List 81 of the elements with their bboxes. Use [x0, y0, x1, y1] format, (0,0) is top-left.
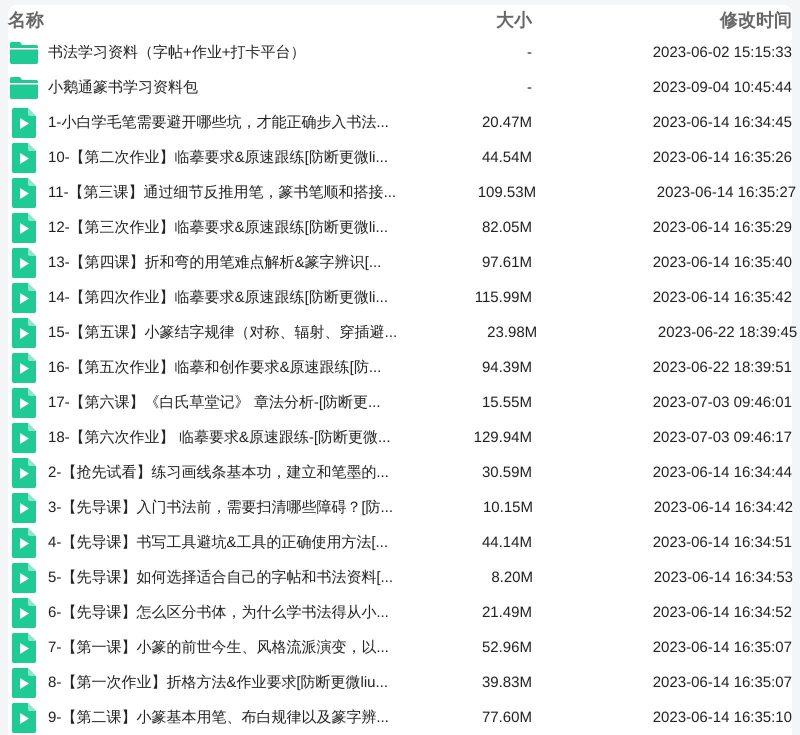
video-file-icon [12, 282, 36, 312]
file-size: 39.83M [482, 674, 532, 691]
file-name[interactable]: 17-【第六课】《白氏草堂记》 章法分析-[防断更... [48, 393, 392, 412]
video-file-icon [12, 388, 36, 418]
video-file-icon [12, 458, 36, 488]
column-header[interactable]: 修改时间 [720, 8, 792, 32]
file-size: 82.05M [482, 219, 532, 236]
video-file-icon [12, 248, 36, 278]
modified-time: 2023-06-14 16:34:44 [652, 464, 792, 481]
file-name[interactable]: 8-【第一次作业】折格方法&作业要求[防断更微liu... [48, 673, 392, 692]
modified-time: 2023-06-14 16:35:10 [652, 709, 792, 726]
video-file-icon [12, 142, 36, 172]
modified-time: 2023-06-22 18:39:45 [658, 324, 798, 341]
video-file-icon [12, 562, 36, 592]
file-name[interactable]: 13-【第四课】折和弯的用笔难点解析&篆字辨识[... [48, 253, 392, 272]
modified-time: 2023-09-04 10:45:44 [652, 79, 792, 96]
file-name[interactable]: 9-【第二课】小篆基本用笔、布白规律以及篆字辨... [48, 708, 392, 727]
file-name[interactable]: 3-【先导课】入门书法前，需要扫清哪些障碍？[防... [48, 498, 394, 517]
modified-time: 2023-06-14 16:34:45 [652, 114, 792, 131]
file-name[interactable]: 16-【第五次作业】临摹和创作要求&原速跟练[防... [48, 358, 392, 377]
file-size: 20.47M [482, 114, 532, 131]
file-name[interactable]: 12-【第三次作业】临摹要求&原速跟练[防断更微li... [48, 218, 392, 237]
video-file-icon [12, 108, 36, 138]
video-file-icon [12, 632, 36, 662]
modified-time: 2023-06-14 16:34:53 [654, 569, 794, 586]
file-name[interactable]: 18-【第六次作业】 临摹要求&原速跟练-[防断更微... [48, 428, 392, 447]
file-size: 8.20M [491, 569, 534, 586]
file-size: - [527, 44, 532, 61]
file-size: 44.14M [482, 534, 532, 551]
column-header[interactable]: 大小 [496, 8, 532, 32]
modified-time: 2023-07-03 09:46:01 [652, 394, 792, 411]
file-size: 129.94M [474, 429, 532, 446]
modified-time: 2023-06-14 16:35:07 [652, 674, 792, 691]
file-size: 10.15M [482, 499, 534, 516]
modified-time: 2023-06-14 16:34:51 [652, 534, 792, 551]
video-file-icon [12, 668, 36, 698]
file-name[interactable]: 6-【先导课】怎么区分书体，为什么学书法得从小... [48, 603, 392, 622]
video-file-icon [12, 702, 36, 732]
video-file-icon [12, 492, 36, 522]
file-size: 52.96M [482, 639, 532, 656]
file-size: 15.55M [482, 394, 532, 411]
video-file-icon [12, 212, 36, 242]
file-name[interactable]: 书法学习资料（字帖+作业+打卡平台） [48, 43, 392, 62]
video-file-icon [12, 352, 36, 382]
file-size: 109.53M [478, 184, 536, 201]
video-file-icon [12, 598, 36, 628]
file-name[interactable]: 11-【第三课】通过细节反推用笔，篆书笔顺和搭接... [48, 183, 396, 202]
file-size: - [527, 79, 532, 96]
file-size: 21.49M [482, 604, 532, 621]
file-size: 77.60M [482, 709, 532, 726]
modified-time: 2023-06-14 16:34:52 [652, 604, 792, 621]
modified-time: 2023-06-22 18:39:51 [652, 359, 792, 376]
file-name[interactable]: 14-【第四次作业】临摹要求&原速跟练[防断更微li... [48, 288, 392, 307]
modified-time: 2023-06-02 15:15:33 [652, 44, 792, 61]
file-name[interactable]: 2-【抢先试看】练习画线条基本功，建立和笔墨的... [48, 463, 392, 482]
modified-time: 2023-06-14 16:35:26 [652, 149, 792, 166]
video-file-icon [12, 318, 36, 348]
modified-time: 2023-06-14 16:35:27 [656, 184, 796, 201]
file-size: 94.39M [482, 359, 532, 376]
file-name[interactable]: 5-【先导课】如何选择适合自己的字帖和书法资料[... [48, 568, 394, 587]
video-file-icon [12, 528, 36, 558]
file-size: 115.99M [474, 289, 532, 306]
modified-time: 2023-06-14 16:35:29 [652, 219, 792, 236]
file-name[interactable]: 10-【第二次作业】临摹要求&原速跟练[防断更微li... [48, 148, 392, 167]
modified-time: 2023-06-14 16:34:42 [654, 499, 794, 516]
file-name[interactable]: 15-【第五课】小篆结字规律（对称、辐射、穿插避... [48, 323, 398, 342]
video-file-icon [12, 422, 36, 452]
file-name[interactable]: 7-【第一课】小篆的前世今生、风格流派演变，以... [48, 638, 392, 657]
file-size: 23.98M [487, 324, 538, 341]
file-size: 30.59M [482, 464, 532, 481]
column-header[interactable]: 名称 [8, 8, 392, 32]
modified-time: 2023-06-14 16:35:07 [652, 639, 792, 656]
file-name[interactable]: 1-小白学毛笔需要避开哪些坑，才能正确步入书法... [48, 113, 392, 132]
file-size: 97.61M [482, 254, 532, 271]
file-name[interactable]: 小鹅通篆书学习资料包 [48, 78, 392, 97]
video-file-icon [12, 178, 36, 208]
modified-time: 2023-06-14 16:35:42 [652, 289, 792, 306]
file-size: 44.54M [482, 149, 532, 166]
modified-time: 2023-06-14 16:35:40 [652, 254, 792, 271]
modified-time: 2023-07-03 09:46:17 [652, 429, 792, 446]
file-name[interactable]: 4-【先导课】书写工具避坑&工具的正确使用方法[... [48, 533, 392, 552]
